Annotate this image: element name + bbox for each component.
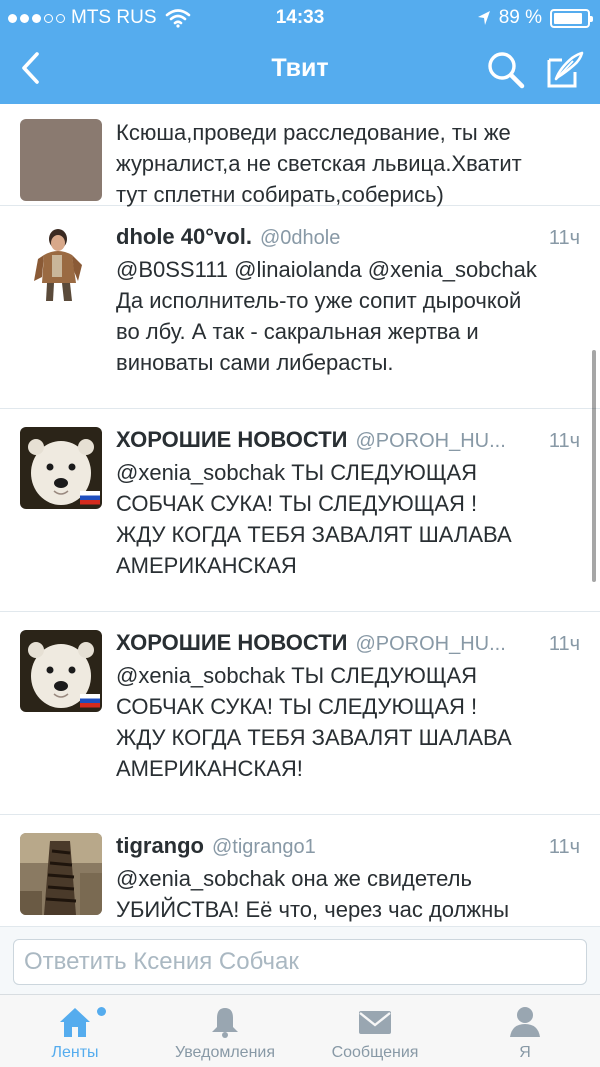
reply-input[interactable] — [13, 939, 587, 985]
author-name[interactable]: dhole 40°vol. — [116, 224, 252, 250]
tweet-text: @B0SS111 @linaiolanda @xenia_sobchak Да … — [116, 257, 537, 375]
tab-label: Уведомления — [174, 1044, 276, 1061]
status-right: 89 % — [477, 7, 593, 29]
tweet-header: ХОРОШИЕ НОВОСТИ @POROH_HU... 11ч — [116, 630, 580, 658]
avatar-polar-bear-image — [20, 630, 102, 712]
tweet-item[interactable]: dhole 40°vol. @0dhole 11ч @B0SS111 @lina… — [0, 206, 600, 409]
scroll-indicator[interactable] — [592, 350, 596, 582]
tab-bar: Ленты Уведомления Сообщения Я — [0, 994, 600, 1067]
compose-button[interactable] — [542, 48, 586, 92]
tab-home[interactable]: Ленты — [0, 995, 150, 1067]
author-name[interactable]: tigrango — [116, 833, 204, 859]
tweet-item[interactable]: ХОРОШИЕ НОВОСТИ @POROH_HU... 11ч @xenia_… — [0, 409, 600, 612]
navigation-bar: Твит — [0, 36, 600, 104]
app-header: MTS RUS 14:33 89 % Твит — [0, 0, 600, 104]
author-handle[interactable]: @POROH_HU... — [355, 633, 540, 656]
avatar-person-image — [20, 221, 102, 303]
tweet-feed[interactable]: Ксюша,проведи расследование, ты же журна… — [0, 104, 600, 926]
location-arrow-icon — [477, 11, 490, 25]
avatar-polar-bear-image — [20, 427, 102, 509]
tab-label: Я — [519, 1044, 531, 1061]
envelope-icon — [359, 1011, 391, 1034]
tweet-text: @xenia_sobchak ТЫ СЛЕДУЮЩАЯ СОБЧАК СУКА!… — [116, 460, 512, 578]
author-handle[interactable]: @tigrango1 — [212, 836, 541, 859]
avatar-tiger-image — [20, 833, 102, 915]
search-icon — [488, 52, 525, 89]
tweet-text: Ксюша,проведи расследование, ты же журна… — [116, 120, 522, 207]
avatar[interactable] — [20, 427, 102, 509]
avatar[interactable] — [20, 221, 102, 303]
author-name[interactable]: ХОРОШИЕ НОВОСТИ — [116, 630, 347, 656]
tab-messages[interactable]: Сообщения — [300, 995, 450, 1067]
status-bar: MTS RUS 14:33 89 % — [0, 0, 600, 36]
battery-icon — [550, 8, 593, 28]
tweet-time: 11ч — [548, 430, 580, 452]
tweet-header: dhole 40°vol. @0dhole 11ч — [116, 224, 580, 252]
tweet-time: 11ч — [548, 227, 580, 249]
tweet-time: 11ч — [548, 633, 580, 655]
tweet-text: @xenia_sobchak она же свидетель УБИЙСТВА… — [116, 866, 510, 922]
compose-icon — [547, 51, 584, 88]
search-button[interactable] — [484, 48, 528, 92]
tab-label: Ленты — [51, 1044, 99, 1061]
person-icon — [510, 1007, 540, 1037]
tweet-item[interactable]: tigrango @tigrango1 11ч @xenia_sobchak о… — [0, 815, 600, 926]
new-content-dot — [97, 1007, 106, 1016]
tab-notifications[interactable]: Уведомления — [150, 995, 300, 1067]
avatar[interactable] — [20, 833, 102, 915]
author-handle[interactable]: @POROH_HU... — [355, 430, 540, 453]
author-name[interactable]: ХОРОШИЕ НОВОСТИ — [116, 427, 347, 453]
reply-bar — [0, 926, 600, 994]
tweet-item[interactable]: ХОРОШИЕ НОВОСТИ @POROH_HU... 11ч @xenia_… — [0, 612, 600, 815]
author-handle[interactable]: @0dhole — [260, 227, 541, 250]
tab-me[interactable]: Я — [450, 995, 600, 1067]
bell-icon — [212, 1008, 238, 1038]
home-icon — [60, 1008, 90, 1037]
tab-label: Сообщения — [331, 1044, 419, 1061]
tweet-header: ХОРОШИЕ НОВОСТИ @POROH_HU... 11ч — [116, 427, 580, 455]
avatar — [20, 119, 102, 201]
battery-percent: 89 % — [498, 7, 542, 28]
tweet-item[interactable]: Ксюша,проведи расследование, ты же журна… — [0, 104, 600, 207]
tweet-time: 11ч — [548, 836, 580, 858]
tweet-text: @xenia_sobchak ТЫ СЛЕДУЮЩАЯ СОБЧАК СУКА!… — [116, 663, 512, 781]
tweet-header: tigrango @tigrango1 11ч — [116, 833, 580, 861]
avatar[interactable] — [20, 630, 102, 712]
